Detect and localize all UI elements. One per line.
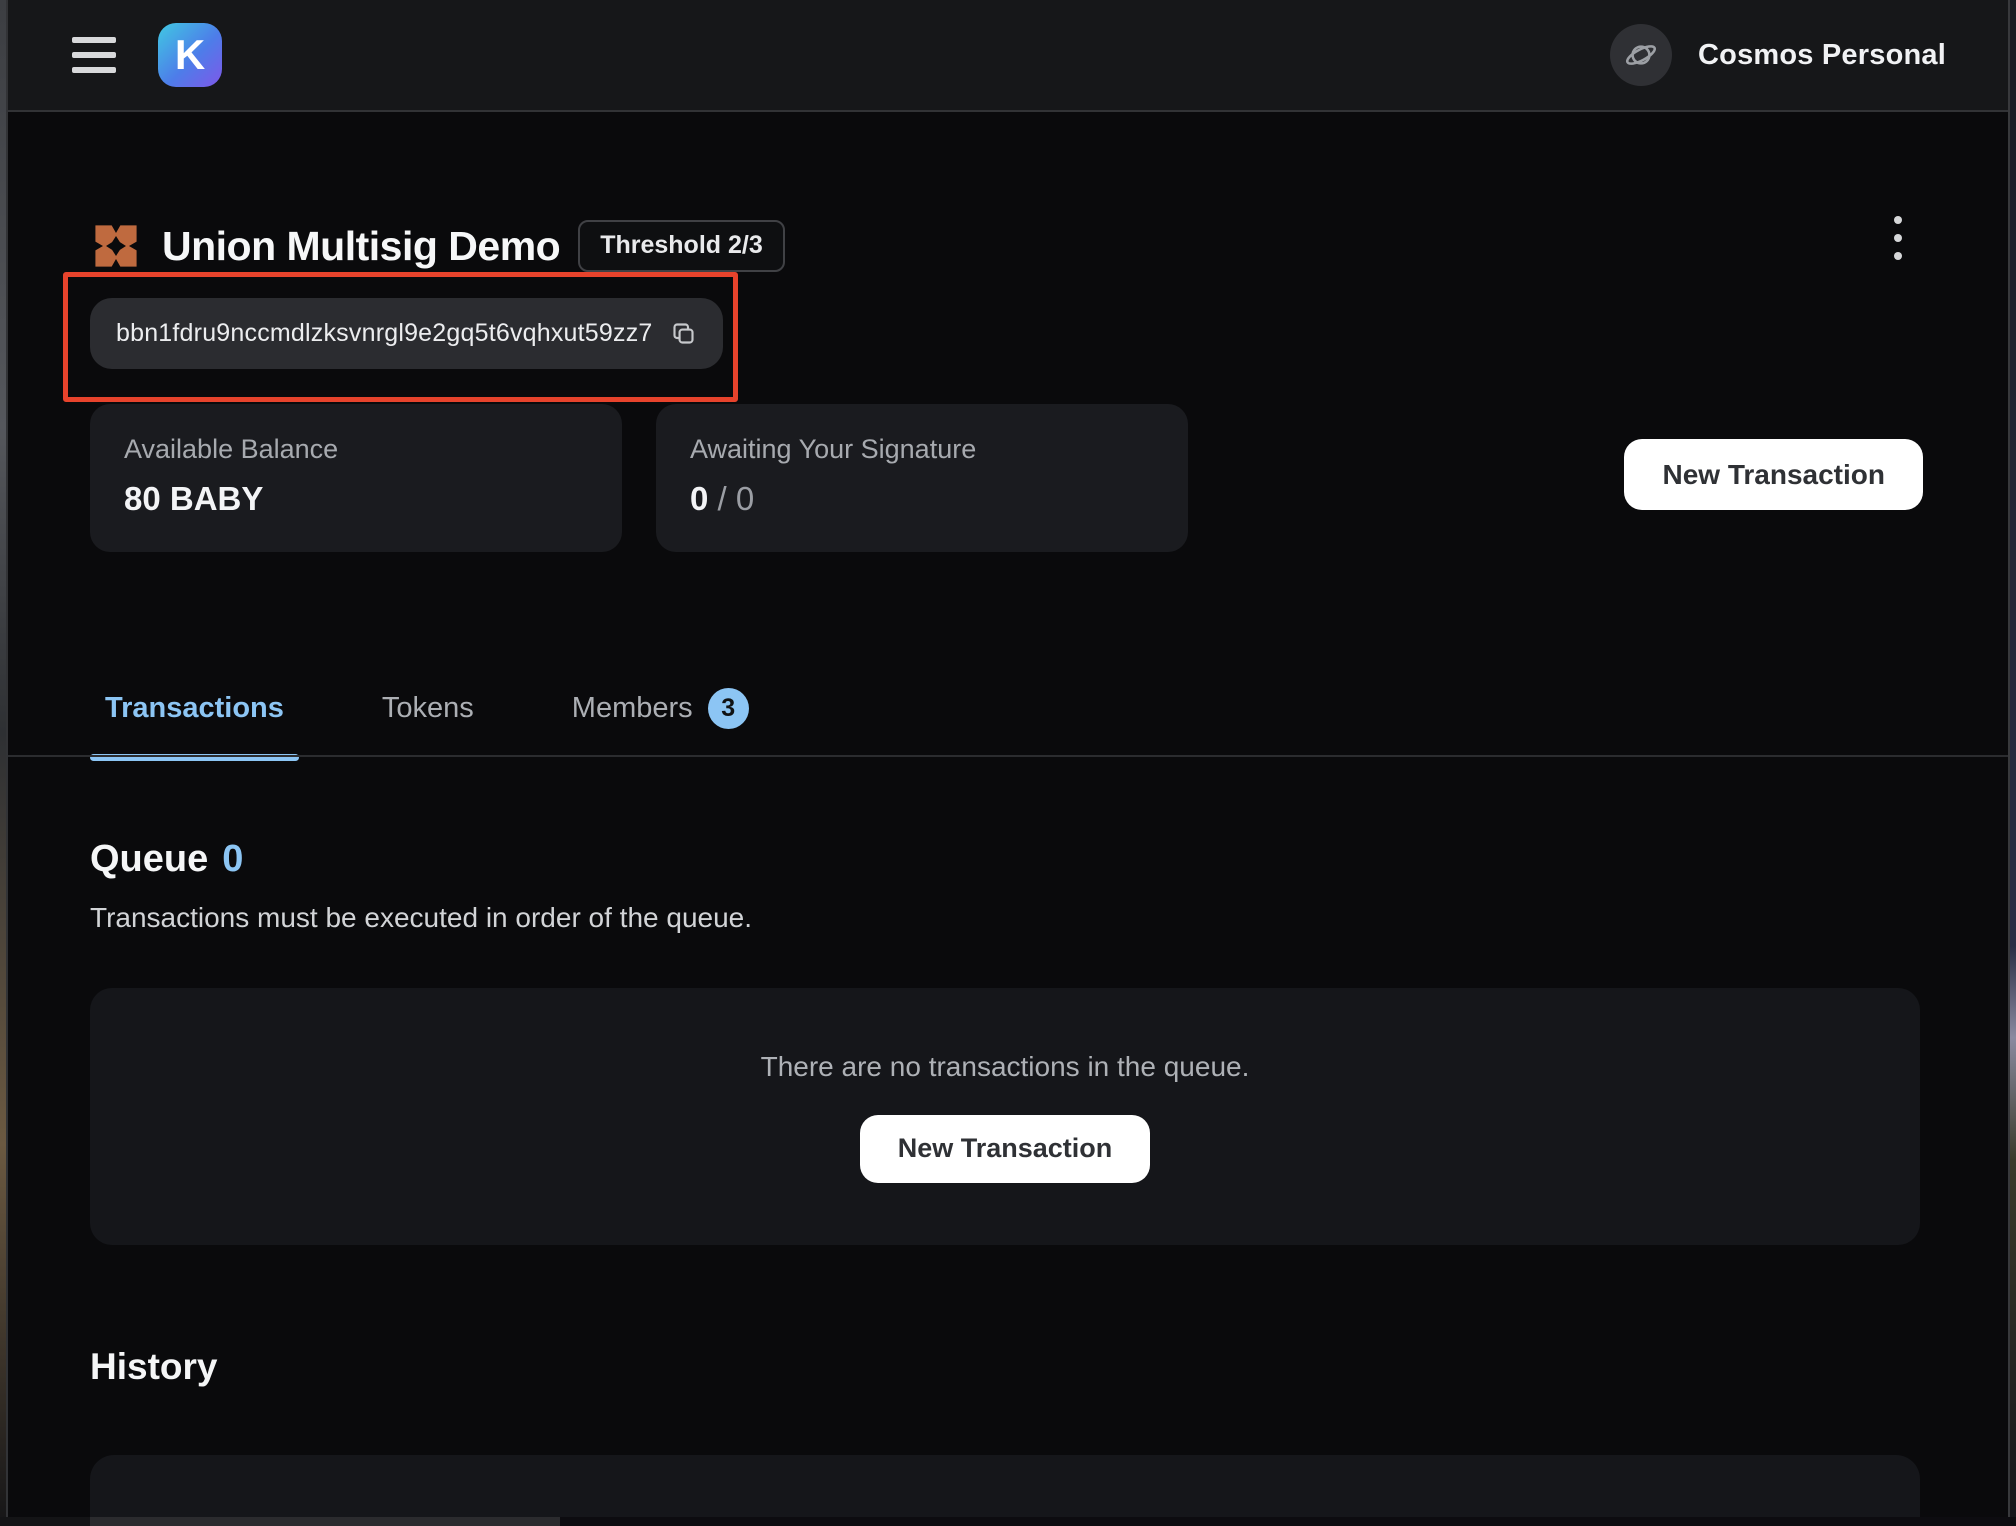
menu-bar	[72, 67, 116, 73]
stat-value: 80 BABY	[124, 480, 622, 518]
window-edge-left	[0, 0, 8, 1526]
copy-icon[interactable]	[670, 320, 697, 347]
account-switcher[interactable]: Cosmos Personal	[1610, 24, 1946, 86]
kebab-dot	[1894, 234, 1902, 242]
queue-subtitle: Transactions must be executed in order o…	[90, 902, 752, 934]
stat-label: Awaiting Your Signature	[690, 434, 1188, 465]
new-transaction-button[interactable]: New Transaction	[1624, 439, 1923, 510]
stats-row: Available Balance 80 BABY Awaiting Your …	[90, 404, 1188, 552]
keplr-logo[interactable]: K	[158, 23, 222, 87]
menu-icon[interactable]	[72, 37, 116, 73]
tab-transactions[interactable]: Transactions	[90, 688, 299, 761]
logo-letter: K	[175, 34, 205, 76]
new-transaction-button-empty-state[interactable]: New Transaction	[860, 1115, 1151, 1183]
tab-members[interactable]: Members 3	[557, 688, 764, 761]
account-avatar	[1610, 24, 1672, 86]
multisig-dashboard: K Cosmos Personal Union Multisig Demo Th…	[0, 0, 2016, 1526]
awaiting-signature-card: Awaiting Your Signature 0 / 0	[656, 404, 1188, 552]
queue-empty-state: There are no transactions in the queue. …	[90, 988, 1920, 1245]
history-heading: History	[90, 1346, 217, 1388]
tab-tokens[interactable]: Tokens	[367, 688, 489, 761]
top-bar: K Cosmos Personal	[0, 0, 2016, 112]
wallet-address: bbn1fdru9nccmdlzksvnrgl9e2gq5t6vqhxut59z…	[116, 319, 653, 348]
window-scrollbar-edge[interactable]	[2008, 0, 2016, 1526]
tab-divider	[0, 755, 2016, 757]
page-title: Union Multisig Demo	[162, 223, 560, 270]
queue-empty-message: There are no transactions in the queue.	[761, 1051, 1250, 1083]
stat-label: Available Balance	[124, 434, 622, 465]
more-options-icon[interactable]	[1880, 216, 1916, 260]
union-multisig-icon	[90, 220, 142, 272]
available-balance-card: Available Balance 80 BABY	[90, 404, 622, 552]
menu-bar	[72, 37, 116, 43]
history-card	[90, 1455, 1920, 1526]
kebab-dot	[1894, 252, 1902, 260]
planet-icon	[1623, 37, 1659, 73]
tab-bar: Transactions Tokens Members 3	[90, 688, 764, 761]
wallet-title-row: Union Multisig Demo Threshold 2/3	[90, 220, 785, 272]
window-bottom-edge-light	[90, 1517, 560, 1526]
kebab-dot	[1894, 216, 1902, 224]
account-name: Cosmos Personal	[1698, 39, 1946, 72]
wallet-address-pill[interactable]: bbn1fdru9nccmdlzksvnrgl9e2gq5t6vqhxut59z…	[90, 298, 723, 369]
members-count-badge: 3	[708, 688, 749, 729]
menu-bar	[72, 52, 116, 58]
queue-count: 0	[222, 838, 243, 881]
threshold-badge: Threshold 2/3	[578, 220, 785, 272]
queue-heading: Queue 0	[90, 838, 243, 881]
stat-value: 0 / 0	[690, 480, 1188, 518]
window-bottom-edge-left	[0, 1517, 90, 1526]
